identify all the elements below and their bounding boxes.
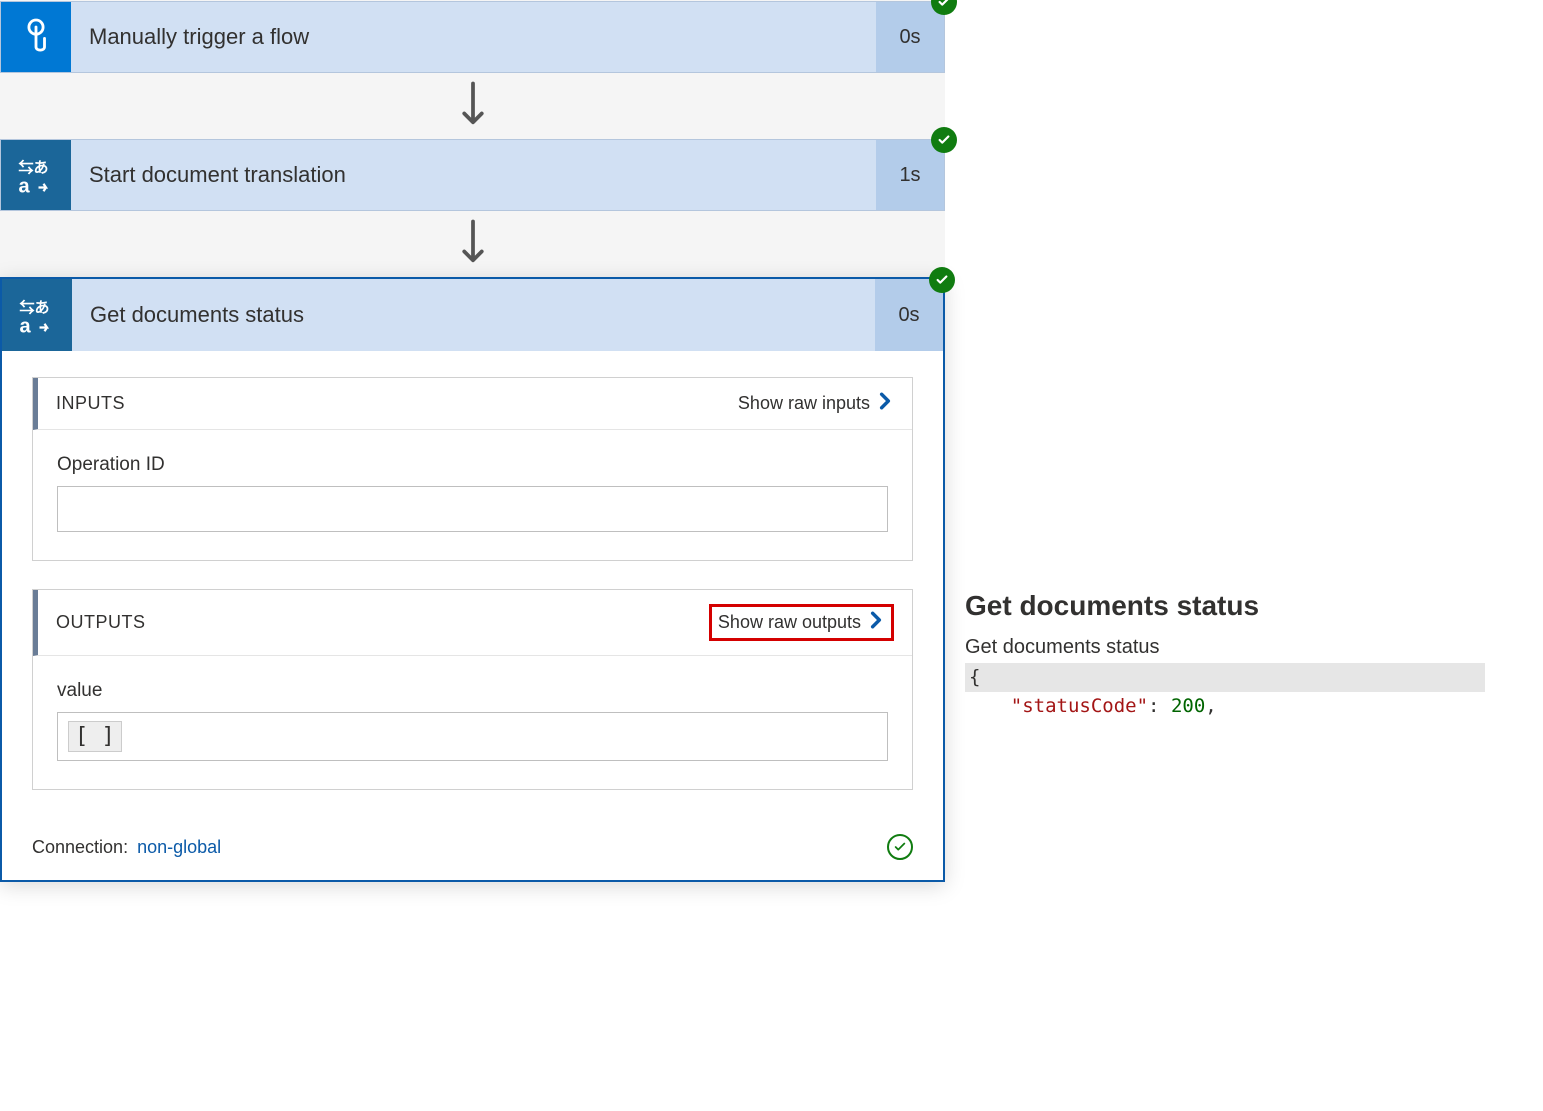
connection-value-link[interactable]: non-global	[137, 837, 221, 857]
inputs-section-label: INPUTS	[56, 393, 125, 414]
translate-icon: ⇆あ a	[2, 279, 72, 351]
svg-text:⇆あ: ⇆あ	[19, 299, 50, 317]
connection-ok-icon	[887, 834, 913, 860]
step-title: Get documents status	[72, 279, 875, 351]
step-title: Manually trigger a flow	[71, 2, 876, 72]
success-check-icon	[931, 127, 957, 153]
svg-text:⇆あ: ⇆あ	[18, 159, 49, 177]
operation-id-input[interactable]	[57, 486, 888, 532]
step-duration: 0s	[876, 2, 944, 72]
step-title: Start document translation	[71, 140, 876, 210]
raw-output-json: { "statusCode": 200,	[965, 663, 1535, 720]
outputs-section-label: OUTPUTS	[56, 612, 146, 633]
svg-text:a: a	[20, 316, 32, 336]
arrow-down-icon	[0, 211, 945, 277]
translate-icon: ⇆あ a	[1, 140, 71, 210]
flow-step-manual-trigger[interactable]: Manually trigger a flow 0s	[0, 1, 945, 73]
json-key-statuscode: "statusCode"	[1011, 695, 1148, 717]
flow-step-get-documents-status[interactable]: ⇆あ a Get documents status 0s INPUTS	[0, 277, 945, 882]
chevron-right-icon	[867, 611, 885, 634]
show-raw-inputs-label: Show raw inputs	[738, 393, 870, 414]
raw-output-subtitle: Get documents status	[965, 636, 1535, 659]
connection-label: Connection:	[32, 837, 128, 857]
outputs-value-display: [ ]	[68, 721, 122, 752]
success-check-icon	[929, 267, 955, 293]
outputs-panel: OUTPUTS Show raw outputs value [ ]	[32, 589, 913, 790]
touch-icon	[1, 2, 71, 72]
flow-step-start-translation[interactable]: ⇆あ a Start document translation 1s	[0, 139, 945, 211]
raw-output-title: Get documents status	[965, 590, 1535, 622]
show-raw-outputs-label: Show raw outputs	[718, 612, 861, 633]
show-raw-inputs-button[interactable]: Show raw inputs	[738, 392, 894, 415]
show-raw-outputs-button[interactable]: Show raw outputs	[709, 604, 894, 641]
arrow-down-icon	[0, 73, 945, 139]
svg-text:a: a	[19, 176, 31, 196]
chevron-right-icon	[876, 392, 894, 415]
step-duration: 1s	[876, 140, 944, 210]
operation-id-label: Operation ID	[57, 454, 888, 476]
connection-row: Connection: non-global	[32, 837, 221, 858]
inputs-panel: INPUTS Show raw inputs Operation ID	[32, 377, 913, 561]
json-val-statuscode: 200	[1171, 695, 1205, 717]
outputs-value-label: value	[57, 680, 888, 702]
